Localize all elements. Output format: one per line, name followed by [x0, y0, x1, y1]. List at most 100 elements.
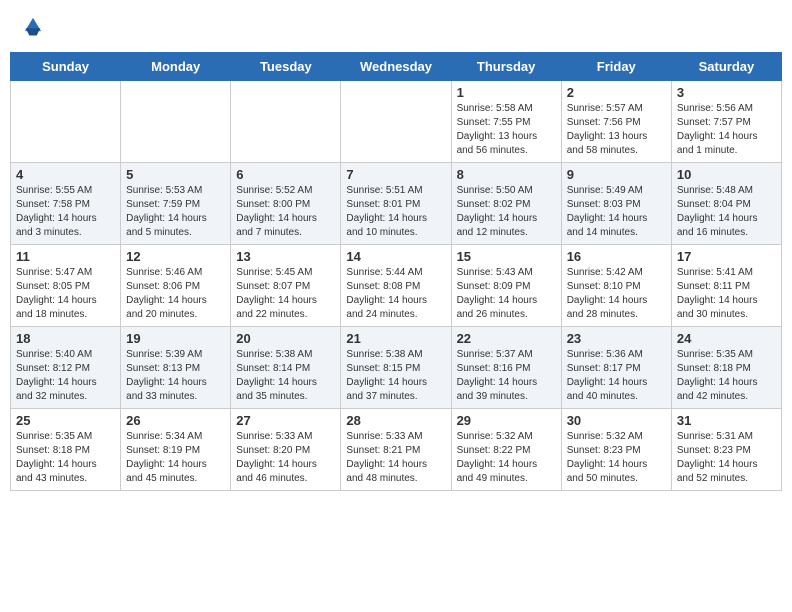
- day-info: Sunrise: 5:32 AM Sunset: 8:22 PM Dayligh…: [457, 430, 556, 486]
- day-number: 6: [236, 167, 335, 182]
- calendar-header: SundayMondayTuesdayWednesdayThursdayFrid…: [11, 53, 782, 81]
- day-info: Sunrise: 5:42 AM Sunset: 8:10 PM Dayligh…: [567, 266, 666, 322]
- day-info: Sunrise: 5:58 AM Sunset: 7:55 PM Dayligh…: [457, 102, 556, 158]
- weekday-header-thursday: Thursday: [451, 53, 561, 81]
- calendar-week-row: 25 Sunrise: 5:35 AM Sunset: 8:18 PM Dayli…: [11, 409, 782, 491]
- weekday-header-wednesday: Wednesday: [341, 53, 451, 81]
- day-info: Sunrise: 5:39 AM Sunset: 8:13 PM Dayligh…: [126, 348, 225, 404]
- day-number: 27: [236, 413, 335, 428]
- calendar-cell: 8Sunrise: 5:50 AM Sunset: 8:02 PM Daylig…: [451, 163, 561, 245]
- day-info: Sunrise: 5:55 AM Sunset: 7:58 PM Dayligh…: [16, 184, 115, 240]
- day-number: 14: [346, 249, 445, 264]
- calendar-cell: 21 Sunrise: 5:38 AM Sunset: 8:15 PM Dayli…: [341, 327, 451, 409]
- weekday-header-row: SundayMondayTuesdayWednesdayThursdayFrid…: [11, 53, 782, 81]
- day-number: 22: [457, 331, 556, 346]
- calendar-cell: 27 Sunrise: 5:33 AM Sunset: 8:20 PM Dayli…: [231, 409, 341, 491]
- calendar-cell: 15 Sunrise: 5:43 AM Sunset: 8:09 PM Dayli…: [451, 245, 561, 327]
- day-number: 30: [567, 413, 666, 428]
- day-number: 3: [677, 85, 776, 100]
- calendar-cell: 4 Sunrise: 5:55 AM Sunset: 7:58 PM Daylig…: [11, 163, 121, 245]
- day-info: Sunrise: 5:36 AM Sunset: 8:17 PM Dayligh…: [567, 348, 666, 404]
- calendar-cell: 12 Sunrise: 5:46 AM Sunset: 8:06 PM Dayli…: [121, 245, 231, 327]
- day-number: 23: [567, 331, 666, 346]
- day-info: Sunrise: 5:44 AM Sunset: 8:08 PM Dayligh…: [346, 266, 445, 322]
- day-number: 29: [457, 413, 556, 428]
- day-number: 21: [346, 331, 445, 346]
- day-number: 31: [677, 413, 776, 428]
- day-info: Sunrise: 5:40 AM Sunset: 8:12 PM Dayligh…: [16, 348, 115, 404]
- day-number: 25: [16, 413, 115, 428]
- calendar-cell: 5Sunrise: 5:53 AM Sunset: 7:59 PM Daylig…: [121, 163, 231, 245]
- calendar-cell: [11, 81, 121, 163]
- calendar-cell: 19Sunrise: 5:39 AM Sunset: 8:13 PM Dayli…: [121, 327, 231, 409]
- calendar-cell: 22 Sunrise: 5:37 AM Sunset: 8:16 PM Dayli…: [451, 327, 561, 409]
- day-info: Sunrise: 5:35 AM Sunset: 8:18 PM Dayligh…: [16, 430, 115, 486]
- day-info: Sunrise: 5:37 AM Sunset: 8:16 PM Dayligh…: [457, 348, 556, 404]
- calendar-cell: 26Sunrise: 5:34 AM Sunset: 8:19 PM Dayli…: [121, 409, 231, 491]
- day-info: Sunrise: 5:31 AM Sunset: 8:23 PM Dayligh…: [677, 430, 776, 486]
- calendar-cell: 31 Sunrise: 5:31 AM Sunset: 8:23 PM Dayli…: [671, 409, 781, 491]
- day-info: Sunrise: 5:52 AM Sunset: 8:00 PM Dayligh…: [236, 184, 335, 240]
- calendar-cell: 30Sunrise: 5:32 AM Sunset: 8:23 PM Dayli…: [561, 409, 671, 491]
- calendar-cell: 18 Sunrise: 5:40 AM Sunset: 8:12 PM Dayli…: [11, 327, 121, 409]
- weekday-header-sunday: Sunday: [11, 53, 121, 81]
- day-number: 16: [567, 249, 666, 264]
- day-info: Sunrise: 5:45 AM Sunset: 8:07 PM Dayligh…: [236, 266, 335, 322]
- day-info: Sunrise: 5:34 AM Sunset: 8:19 PM Dayligh…: [126, 430, 225, 486]
- day-info: Sunrise: 5:38 AM Sunset: 8:14 PM Dayligh…: [236, 348, 335, 404]
- day-number: 15: [457, 249, 556, 264]
- calendar-cell: [121, 81, 231, 163]
- calendar-cell: 3 Sunrise: 5:56 AM Sunset: 7:57 PM Daylig…: [671, 81, 781, 163]
- calendar-cell: 17Sunrise: 5:41 AM Sunset: 8:11 PM Dayli…: [671, 245, 781, 327]
- calendar-cell: 13 Sunrise: 5:45 AM Sunset: 8:07 PM Dayli…: [231, 245, 341, 327]
- calendar-cell: 24 Sunrise: 5:35 AM Sunset: 8:18 PM Dayli…: [671, 327, 781, 409]
- day-number: 5: [126, 167, 225, 182]
- day-number: 20: [236, 331, 335, 346]
- calendar-cell: [231, 81, 341, 163]
- day-info: Sunrise: 5:47 AM Sunset: 8:05 PM Dayligh…: [16, 266, 115, 322]
- calendar-week-row: 4 Sunrise: 5:55 AM Sunset: 7:58 PM Daylig…: [11, 163, 782, 245]
- day-number: 4: [16, 167, 115, 182]
- day-number: 13: [236, 249, 335, 264]
- page-header: [10, 10, 782, 42]
- day-info: Sunrise: 5:51 AM Sunset: 8:01 PM Dayligh…: [346, 184, 445, 240]
- calendar-cell: 25 Sunrise: 5:35 AM Sunset: 8:18 PM Dayli…: [11, 409, 121, 491]
- day-number: 10: [677, 167, 776, 182]
- day-info: Sunrise: 5:43 AM Sunset: 8:09 PM Dayligh…: [457, 266, 556, 322]
- day-info: Sunrise: 5:46 AM Sunset: 8:06 PM Dayligh…: [126, 266, 225, 322]
- day-number: 28: [346, 413, 445, 428]
- calendar-cell: 14 Sunrise: 5:44 AM Sunset: 8:08 PM Dayli…: [341, 245, 451, 327]
- calendar-cell: 11 Sunrise: 5:47 AM Sunset: 8:05 PM Dayli…: [11, 245, 121, 327]
- calendar-cell: 20 Sunrise: 5:38 AM Sunset: 8:14 PM Dayli…: [231, 327, 341, 409]
- day-number: 12: [126, 249, 225, 264]
- calendar-cell: 1 Sunrise: 5:58 AM Sunset: 7:55 PM Daylig…: [451, 81, 561, 163]
- calendar-week-row: 1 Sunrise: 5:58 AM Sunset: 7:55 PM Daylig…: [11, 81, 782, 163]
- calendar-body: 1 Sunrise: 5:58 AM Sunset: 7:55 PM Daylig…: [11, 81, 782, 491]
- weekday-header-saturday: Saturday: [671, 53, 781, 81]
- day-info: Sunrise: 5:49 AM Sunset: 8:03 PM Dayligh…: [567, 184, 666, 240]
- day-info: Sunrise: 5:57 AM Sunset: 7:56 PM Dayligh…: [567, 102, 666, 158]
- calendar-cell: 28Sunrise: 5:33 AM Sunset: 8:21 PM Dayli…: [341, 409, 451, 491]
- weekday-header-tuesday: Tuesday: [231, 53, 341, 81]
- day-number: 9: [567, 167, 666, 182]
- logo: [20, 15, 44, 37]
- calendar-week-row: 11 Sunrise: 5:47 AM Sunset: 8:05 PM Dayli…: [11, 245, 782, 327]
- calendar-cell: 16 Sunrise: 5:42 AM Sunset: 8:10 PM Dayli…: [561, 245, 671, 327]
- calendar-cell: 23 Sunrise: 5:36 AM Sunset: 8:17 PM Dayli…: [561, 327, 671, 409]
- calendar-cell: 7Sunrise: 5:51 AM Sunset: 8:01 PM Daylig…: [341, 163, 451, 245]
- day-info: Sunrise: 5:38 AM Sunset: 8:15 PM Dayligh…: [346, 348, 445, 404]
- day-number: 17: [677, 249, 776, 264]
- calendar-cell: 6 Sunrise: 5:52 AM Sunset: 8:00 PM Daylig…: [231, 163, 341, 245]
- day-number: 24: [677, 331, 776, 346]
- day-number: 1: [457, 85, 556, 100]
- day-info: Sunrise: 5:35 AM Sunset: 8:18 PM Dayligh…: [677, 348, 776, 404]
- day-number: 11: [16, 249, 115, 264]
- day-info: Sunrise: 5:50 AM Sunset: 8:02 PM Dayligh…: [457, 184, 556, 240]
- day-number: 18: [16, 331, 115, 346]
- calendar-table: SundayMondayTuesdayWednesdayThursdayFrid…: [10, 52, 782, 491]
- day-number: 2: [567, 85, 666, 100]
- day-info: Sunrise: 5:33 AM Sunset: 8:20 PM Dayligh…: [236, 430, 335, 486]
- logo-icon: [22, 15, 44, 37]
- day-info: Sunrise: 5:56 AM Sunset: 7:57 PM Dayligh…: [677, 102, 776, 158]
- calendar-cell: 29 Sunrise: 5:32 AM Sunset: 8:22 PM Dayli…: [451, 409, 561, 491]
